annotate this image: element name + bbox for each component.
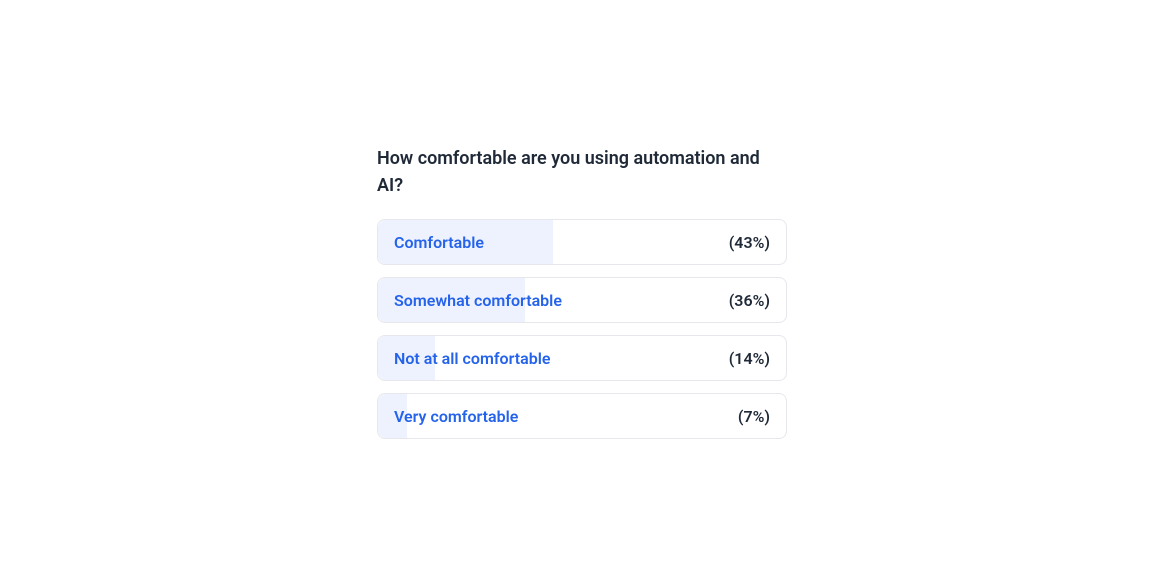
- poll-options: Comfortable (43%) Somewhat comfortable (…: [377, 219, 787, 439]
- poll-option-percent: (7%): [738, 407, 770, 426]
- poll-question: How comfortable are you using automation…: [377, 145, 787, 199]
- poll-option-label: Comfortable: [394, 233, 484, 252]
- poll-option-percent: (43%): [729, 233, 770, 252]
- poll-option-label: Somewhat comfortable: [394, 291, 562, 310]
- poll-option-percent: (14%): [729, 349, 770, 368]
- poll-content: Comfortable (43%): [378, 220, 786, 264]
- poll-option-very-comfortable[interactable]: Very comfortable (7%): [377, 393, 787, 439]
- poll-option-somewhat-comfortable[interactable]: Somewhat comfortable (36%): [377, 277, 787, 323]
- poll-content: Not at all comfortable (14%): [378, 336, 786, 380]
- poll-option-not-at-all-comfortable[interactable]: Not at all comfortable (14%): [377, 335, 787, 381]
- poll-option-label: Not at all comfortable: [394, 349, 550, 368]
- poll-option-comfortable[interactable]: Comfortable (43%): [377, 219, 787, 265]
- poll-content: Very comfortable (7%): [378, 394, 786, 438]
- poll-option-percent: (36%): [729, 291, 770, 310]
- poll-content: Somewhat comfortable (36%): [378, 278, 786, 322]
- poll-container: How comfortable are you using automation…: [377, 145, 787, 439]
- poll-option-label: Very comfortable: [394, 407, 518, 426]
